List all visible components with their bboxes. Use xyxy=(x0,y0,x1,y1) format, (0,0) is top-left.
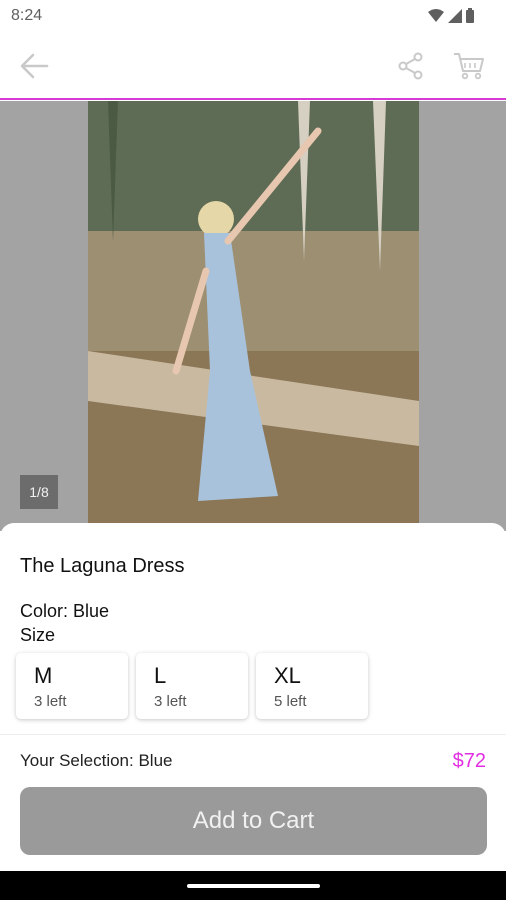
size-name: L xyxy=(154,663,167,688)
product-photo-illustration xyxy=(88,101,419,531)
color-label: Color: Blue xyxy=(20,601,110,621)
product-photo xyxy=(88,101,419,531)
add-to-cart-button[interactable]: Add to Cart xyxy=(20,787,487,855)
wifi-icon xyxy=(428,8,444,22)
app-bar xyxy=(0,32,506,100)
back-button[interactable] xyxy=(16,48,52,84)
size-label: Size xyxy=(20,625,56,645)
size-stock: 3 left xyxy=(154,693,187,710)
share-icon xyxy=(398,52,423,80)
product-details-sheet: The Laguna Dress Color: Blue Size M 3 le… xyxy=(0,523,506,871)
cart-icon xyxy=(454,53,484,80)
product-title: The Laguna Dress xyxy=(20,555,185,577)
size-option-m[interactable]: M 3 left xyxy=(16,653,128,719)
image-page-counter: 1/8 xyxy=(20,475,58,509)
size-options: M 3 left L 3 left XL 5 left xyxy=(16,653,368,719)
share-button[interactable] xyxy=(393,48,429,84)
price: $72 xyxy=(452,750,486,772)
size-option-xl[interactable]: XL 5 left xyxy=(256,653,368,719)
status-bar: 8:24 xyxy=(0,0,506,32)
signal-icon xyxy=(448,8,462,23)
selection-summary: Your Selection: Blue xyxy=(20,751,173,770)
product-image-gallery[interactable] xyxy=(0,101,506,531)
status-icons xyxy=(428,8,474,23)
cart-button[interactable] xyxy=(451,48,487,84)
battery-icon xyxy=(466,8,474,23)
size-stock: 3 left xyxy=(34,693,67,710)
size-option-l[interactable]: L 3 left xyxy=(136,653,248,719)
navigation-bar xyxy=(0,871,506,900)
size-stock: 5 left xyxy=(274,693,307,710)
home-indicator[interactable] xyxy=(187,884,320,888)
back-arrow-icon xyxy=(20,53,49,79)
divider xyxy=(0,734,506,735)
status-time: 8:24 xyxy=(11,7,43,24)
size-name: M xyxy=(34,663,53,688)
size-name: XL xyxy=(274,663,301,688)
